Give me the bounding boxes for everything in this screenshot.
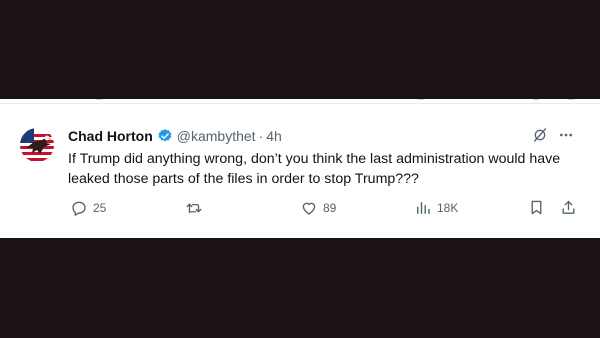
previous-tweet-edge <box>0 99 600 104</box>
share-icon <box>562 200 575 214</box>
author-handle[interactable]: @kambythet <box>177 128 256 144</box>
bookmark-button[interactable] <box>528 199 545 216</box>
reply-button[interactable]: 25 <box>70 199 106 217</box>
avatar[interactable] <box>20 128 54 162</box>
tweet-card[interactable]: Chad Horton @kambythet · 4h If Trump did <box>0 99 600 238</box>
like-button[interactable]: 89 <box>300 199 336 217</box>
grok-icon[interactable] <box>532 127 548 148</box>
reply-count: 25 <box>93 201 107 215</box>
more-options-icon[interactable] <box>558 127 574 148</box>
bookmark-icon <box>531 200 542 215</box>
timestamp[interactable]: 4h <box>266 128 282 144</box>
tweet-header: Chad Horton @kambythet · 4h <box>68 126 282 146</box>
views-bar-chart-icon <box>417 202 430 214</box>
author-name[interactable]: Chad Horton <box>68 128 153 144</box>
retweet-button[interactable] <box>185 199 208 217</box>
heart-icon <box>302 202 316 215</box>
views-button[interactable]: 18K <box>414 199 458 217</box>
retweet-icon <box>186 203 202 214</box>
separator-dot: · <box>258 128 264 144</box>
share-button[interactable] <box>560 199 577 216</box>
eagle-flag-icon <box>20 128 54 162</box>
tweet-text: If Trump did anything wrong, don’t you t… <box>68 151 561 187</box>
like-count: 89 <box>323 201 337 215</box>
reply-icon <box>72 201 86 216</box>
tweet-top-actions <box>532 127 574 148</box>
tweet-actions-bar: 25 89 18K <box>0 199 600 221</box>
verified-badge-icon <box>157 128 173 144</box>
view-count: 18K <box>437 201 459 215</box>
